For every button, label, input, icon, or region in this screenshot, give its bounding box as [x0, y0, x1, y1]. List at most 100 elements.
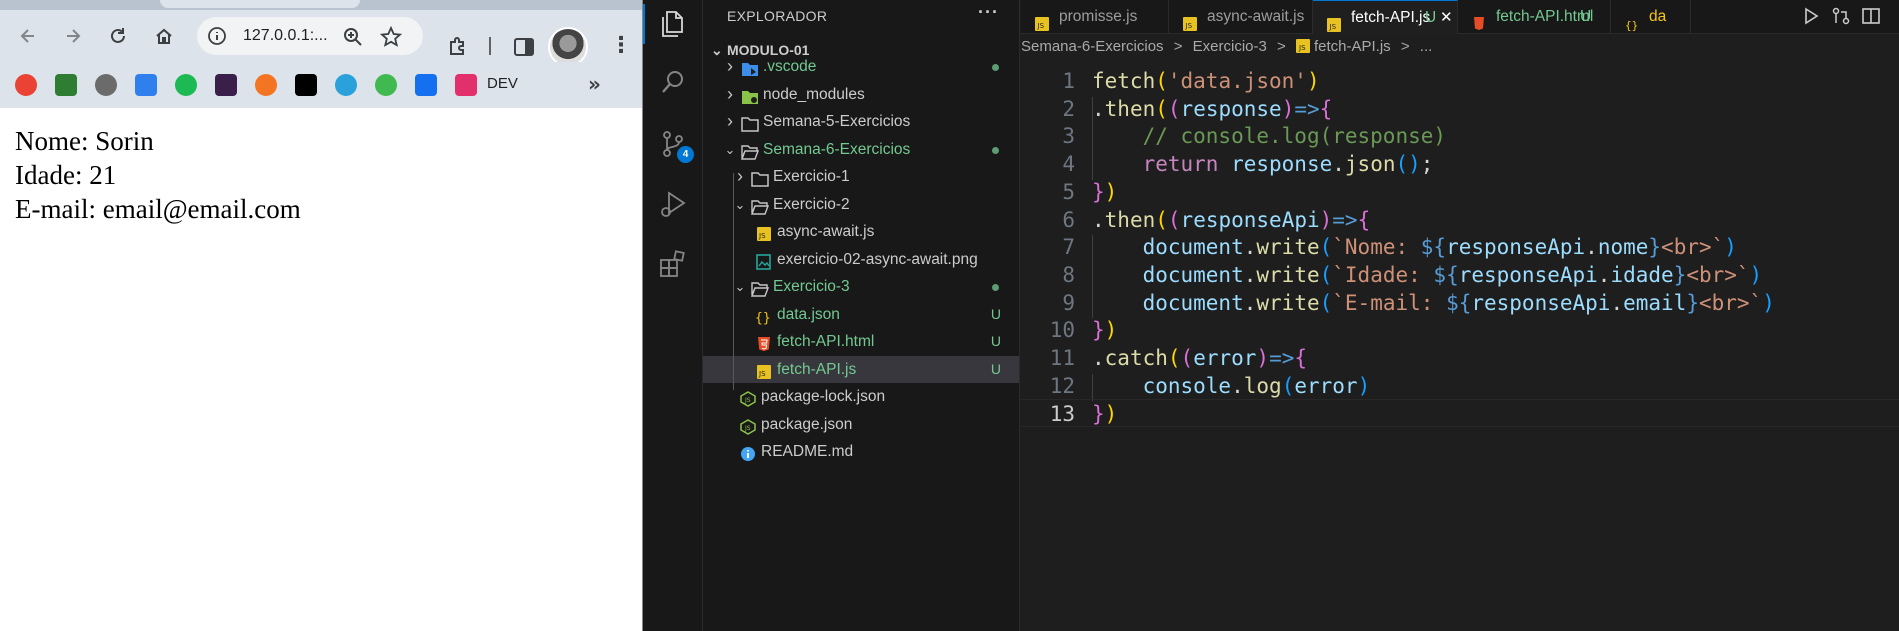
breadcrumb-item[interactable]: Exercicio-3 — [1193, 38, 1267, 55]
editor-tab[interactable]: JS promisse.js — [1021, 0, 1169, 34]
sheets-icon[interactable] — [55, 74, 77, 96]
code-text: document.write(`Idade: ${responseApi.ida… — [1142, 262, 1763, 287]
chevron-down-icon[interactable]: ⌄ — [733, 273, 747, 300]
extensions-icon[interactable] — [446, 35, 470, 59]
bookmarks-overflow-icon[interactable]: » — [588, 72, 601, 96]
file-tree-item[interactable]: JS package-lock.json — [703, 383, 1019, 410]
profile-avatar[interactable] — [548, 27, 588, 67]
code-line[interactable]: 13}) — [1021, 399, 1899, 428]
address-bar[interactable]: 127.0.0.1:... — [197, 17, 423, 55]
forward-icon[interactable] — [59, 22, 87, 50]
browser-tab[interactable] — [160, 0, 360, 8]
line-number: 11 — [1049, 346, 1075, 370]
file-tree-item[interactable]: › .vscode — [703, 53, 1019, 80]
file-tree-item[interactable]: › node_modules — [703, 81, 1019, 108]
explorer-icon[interactable] — [657, 8, 689, 40]
toolbar-divider — [489, 37, 491, 55]
file-tree-item[interactable]: exercicio-02-async-await.png — [703, 246, 1019, 273]
code-line[interactable]: 8 document.write(`Idade: ${responseApi.i… — [1021, 261, 1899, 289]
code-line[interactable]: 5}) — [1021, 178, 1899, 206]
run-file-icon[interactable] — [1801, 6, 1821, 26]
file-tree-item[interactable]: › Exercicio-1 — [703, 163, 1019, 190]
code-line[interactable]: 9 document.write(`E-mail: ${responseApi.… — [1021, 289, 1899, 317]
home-icon[interactable] — [150, 22, 178, 50]
m-icon[interactable] — [215, 74, 237, 96]
code-text: document.write(`E-mail: ${responseApi.em… — [1142, 290, 1775, 315]
search-icon[interactable] — [657, 66, 689, 98]
side-panel-icon[interactable] — [513, 36, 535, 58]
chevron-right-icon[interactable]: › — [733, 163, 747, 190]
code-line[interactable]: 6 .then((responseApi)=>{ — [1021, 206, 1899, 234]
url-text[interactable]: 127.0.0.1:... — [243, 27, 328, 45]
svg-text:JS: JS — [1037, 22, 1045, 30]
editor-tab[interactable]: JS async-await.js — [1169, 0, 1313, 34]
page-line-idade: Idade: 21 — [15, 160, 117, 190]
one-icon[interactable] — [375, 74, 397, 96]
code-line[interactable]: 12 console.log(error) — [1021, 372, 1899, 400]
globe-icon[interactable] — [95, 74, 117, 96]
code-line[interactable]: 1 fetch('data.json') — [1021, 67, 1899, 95]
npm-file-icon: JS — [739, 389, 757, 407]
file-tree-label: README.md — [761, 443, 854, 460]
chevron-right-icon[interactable]: › — [723, 53, 737, 80]
page-line-nome: Nome: Sorin — [15, 126, 154, 156]
chevron-down-icon[interactable]: ⌄ — [733, 191, 747, 218]
cloud-icon[interactable] — [135, 74, 157, 96]
code-line[interactable]: 2 .then((response)=>{ — [1021, 95, 1899, 123]
file-tree-item[interactable]: JS package.json — [703, 411, 1019, 438]
file-tree-item[interactable]: README.md — [703, 438, 1019, 465]
breadcrumb-item[interactable]: Semana-6-Exercicios — [1021, 38, 1164, 55]
chevron-down-icon[interactable]: ⌄ — [723, 136, 737, 163]
file-tree-item[interactable]: fetch-API.html U — [703, 328, 1019, 355]
bookmarks-bar: DEV » — [0, 62, 642, 108]
file-tree-item[interactable]: ⌄ Exercicio-2 — [703, 191, 1019, 218]
file-tree-item[interactable]: JS async-await.js — [703, 218, 1019, 245]
file-tree-item[interactable]: ⌄ Semana-6-Exercicios — [703, 136, 1019, 163]
file-tree-item[interactable]: JS fetch-API.js U — [703, 355, 1019, 383]
editor-tab[interactable]: {} da — [1611, 0, 1691, 34]
open-changes-icon[interactable] — [1831, 6, 1851, 26]
active-view-indicator — [643, 4, 645, 44]
extensions-view-icon[interactable] — [657, 248, 689, 280]
file-tree-label: data.json — [777, 305, 840, 323]
close-icon[interactable]: ✕ — [1440, 1, 1453, 35]
explorer-more-icon[interactable]: ··· — [978, 2, 999, 23]
html-file-icon — [755, 334, 773, 351]
reload-icon[interactable] — [104, 22, 132, 50]
code-line[interactable]: 7 document.write(`Nome: ${responseApi.no… — [1021, 233, 1899, 261]
code-line[interactable]: 11 .catch((error)=>{ — [1021, 344, 1899, 372]
editor-tab[interactable]: fetch-API.html U — [1458, 0, 1611, 34]
file-tree-item[interactable]: ⌄ Exercicio-3 — [703, 273, 1019, 300]
breadcrumb-item[interactable]: ... — [1420, 38, 1433, 55]
run-debug-icon[interactable] — [657, 188, 689, 220]
browser-window: 127.0.0.1:... ⋮ DEV » Nome: Sorin Idade:… — [0, 0, 643, 631]
breadcrumb-item[interactable]: fetch-API.js — [1314, 38, 1391, 55]
chevron-right-icon[interactable]: › — [723, 81, 737, 108]
chrome-menu-icon[interactable]: ⋮ — [610, 32, 632, 60]
crunchyroll-icon[interactable] — [255, 74, 277, 96]
chrome-colorful-icon[interactable] — [15, 74, 37, 96]
dev-icon[interactable] — [455, 74, 477, 96]
zoom-icon[interactable] — [342, 26, 364, 48]
bookmark-star-icon[interactable] — [380, 26, 402, 48]
file-tree-label: .vscode — [763, 58, 817, 75]
chevron-right-icon[interactable]: › — [723, 108, 737, 135]
editor-tab[interactable]: JS fetch-API.js U ✕ — [1313, 0, 1458, 34]
split-editor-icon[interactable] — [1861, 6, 1881, 26]
telegram-icon[interactable] — [335, 74, 357, 96]
code-line[interactable]: 4 return response.json(); — [1021, 150, 1899, 178]
code-text: console.log(error) — [1142, 373, 1371, 398]
svg-text:JS: JS — [1185, 22, 1193, 30]
file-tree-item[interactable]: {} data.json U — [703, 301, 1019, 328]
s-icon[interactable] — [415, 74, 437, 96]
site-info-icon[interactable] — [207, 26, 227, 46]
editor-tab-label: promisse.js — [1059, 8, 1138, 25]
code-line[interactable]: 10}) — [1021, 316, 1899, 344]
back-icon[interactable] — [14, 22, 42, 50]
file-tree-label: Semana-5-Exercicios — [763, 113, 911, 130]
file-tree-item[interactable]: › Semana-5-Exercicios — [703, 108, 1019, 135]
spotify-icon[interactable] — [175, 74, 197, 96]
code-line[interactable]: 3 // console.log(response) — [1021, 122, 1899, 150]
x-icon[interactable] — [295, 74, 317, 96]
bookmark-dev-label[interactable]: DEV — [487, 75, 518, 92]
